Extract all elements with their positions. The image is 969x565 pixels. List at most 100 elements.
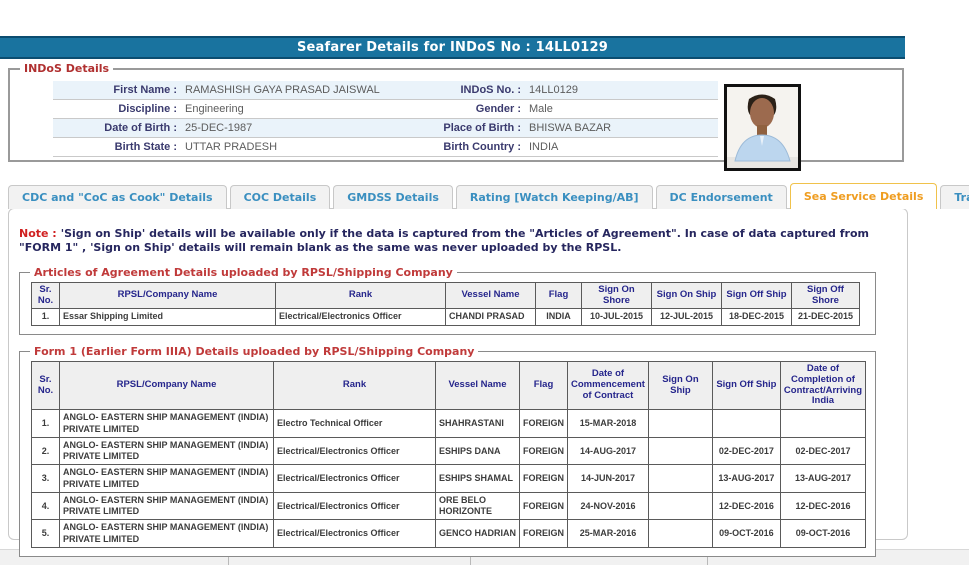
- articles-of-agreement-table: Sr. No.RPSL/Company NameRankVessel NameF…: [31, 282, 860, 326]
- tab-bar: CDC and "CoC as Cook" DetailsCOC Details…: [8, 185, 908, 209]
- column-header: Date of Commencement of Contract: [568, 361, 649, 410]
- column-header: Sign On Ship: [648, 361, 712, 410]
- table-cell: 3.: [32, 465, 60, 493]
- table-cell: [648, 520, 712, 548]
- table-cell: ANGLO- EASTERN SHIP MANAGEMENT (INDIA) P…: [60, 492, 274, 520]
- table-cell: 09-OCT-2016: [780, 520, 865, 548]
- table-cell: 12-DEC-2016: [780, 492, 865, 520]
- tab-gmdss-details[interactable]: GMDSS Details: [333, 185, 453, 209]
- form1-legend: Form 1 (Earlier Form IIIA) Details uploa…: [30, 345, 478, 358]
- tab-rating-watch-keeping-ab[interactable]: Rating [Watch Keeping/AB]: [456, 185, 653, 209]
- table-cell: 09-OCT-2016: [712, 520, 780, 548]
- table-cell: FOREIGN: [520, 520, 568, 548]
- indos-details-grid: First Name :RAMASHISH GAYA PRASAD JAISWA…: [53, 81, 718, 157]
- field-label: INDoS No. :: [413, 81, 525, 99]
- column-header: Sign Off Ship: [712, 361, 780, 410]
- table-cell: ANGLO- EASTERN SHIP MANAGEMENT (INDIA) P…: [60, 520, 274, 548]
- tab-dc-endorsement[interactable]: DC Endorsement: [656, 185, 787, 209]
- table-row: 3.ANGLO- EASTERN SHIP MANAGEMENT (INDIA)…: [32, 465, 866, 493]
- table-header-row: Sr. No.RPSL/Company NameRankVessel NameF…: [32, 361, 866, 410]
- seafarer-photo: [724, 84, 801, 171]
- table-cell: 1.: [32, 410, 60, 438]
- table-cell: 2.: [32, 437, 60, 465]
- column-header: Date of Completion of Contract/Arriving …: [780, 361, 865, 410]
- note-text: 'Sign on Ship' details will be available…: [19, 227, 869, 254]
- table-cell: [648, 410, 712, 438]
- table-cell: ANGLO- EASTERN SHIP MANAGEMENT (INDIA) P…: [60, 465, 274, 493]
- table-cell: 02-DEC-2017: [780, 437, 865, 465]
- indos-row: Discipline :EngineeringGender :Male: [53, 100, 718, 119]
- tab-coc-details[interactable]: COC Details: [230, 185, 331, 209]
- field-value: Engineering: [181, 100, 413, 118]
- indos-details-legend: INDoS Details: [20, 62, 113, 75]
- page-title: Seafarer Details for INDoS No : 14LL0129: [0, 36, 905, 59]
- column-header: Flag: [520, 361, 568, 410]
- articles-of-agreement-fieldset: Articles of Agreement Details uploaded b…: [19, 266, 876, 335]
- table-row: 4.ANGLO- EASTERN SHIP MANAGEMENT (INDIA)…: [32, 492, 866, 520]
- table-row: 2.ANGLO- EASTERN SHIP MANAGEMENT (INDIA)…: [32, 437, 866, 465]
- table-cell: 5.: [32, 520, 60, 548]
- table-cell: FOREIGN: [520, 437, 568, 465]
- table-cell: 21-DEC-2015: [792, 309, 860, 325]
- field-value: BHISWA BAZAR: [525, 119, 718, 137]
- table-cell: ANGLO- EASTERN SHIP MANAGEMENT (INDIA) P…: [60, 410, 274, 438]
- table-cell: 24-NOV-2016: [568, 492, 649, 520]
- indos-details-body: First Name :RAMASHISH GAYA PRASAD JAISWA…: [16, 79, 896, 171]
- field-value: RAMASHISH GAYA PRASAD JAISWAL: [181, 81, 413, 99]
- tab-content-panel: Note :'Sign on Ship' details will be ava…: [8, 208, 908, 540]
- field-value: UTTAR PRADESH: [181, 138, 413, 156]
- table-cell: 12-JUL-2015: [652, 309, 722, 325]
- column-header: Vessel Name: [446, 282, 536, 309]
- column-header: RPSL/Company Name: [60, 282, 276, 309]
- tab-sea-service-details[interactable]: Sea Service Details: [790, 183, 938, 209]
- indos-details-fieldset: INDoS Details First Name :RAMASHISH GAYA…: [8, 62, 904, 162]
- table-cell: 13-AUG-2017: [712, 465, 780, 493]
- column-header: RPSL/Company Name: [60, 361, 274, 410]
- field-label: Discipline :: [53, 100, 181, 118]
- table-cell: 18-DEC-2015: [722, 309, 792, 325]
- table-cell: [780, 410, 865, 438]
- form1-table: Sr. No.RPSL/Company NameRankVessel NameF…: [31, 361, 866, 548]
- table-cell: SHAHRASTANI: [436, 410, 520, 438]
- table-cell: ESHIPS DANA: [436, 437, 520, 465]
- table-cell: FOREIGN: [520, 492, 568, 520]
- tab-training-details[interactable]: Training Details: [940, 185, 969, 209]
- field-value: Male: [525, 100, 718, 118]
- table-cell: 12-DEC-2016: [712, 492, 780, 520]
- field-label: Gender :: [413, 100, 525, 118]
- table-cell: ORE BELO HORIZONTE: [436, 492, 520, 520]
- column-header: Rank: [276, 282, 446, 309]
- table-row: 1.Essar Shipping LimitedElectrical/Elect…: [32, 309, 860, 325]
- table-header-row: Sr. No.RPSL/Company NameRankVessel NameF…: [32, 282, 860, 309]
- indos-row: Date of Birth :25-DEC-1987Place of Birth…: [53, 119, 718, 138]
- table-cell: [712, 410, 780, 438]
- column-header: Sign On Ship: [652, 282, 722, 309]
- table-cell: [648, 465, 712, 493]
- indos-row: First Name :RAMASHISH GAYA PRASAD JAISWA…: [53, 81, 718, 100]
- table-cell: ESHIPS SHAMAL: [436, 465, 520, 493]
- table-cell: 13-AUG-2017: [780, 465, 865, 493]
- table-cell: Electrical/Electronics Officer: [274, 465, 436, 493]
- column-header: Rank: [274, 361, 436, 410]
- field-value: 25-DEC-1987: [181, 119, 413, 137]
- tab-cdc-and-coc-as-cook-details[interactable]: CDC and "CoC as Cook" Details: [8, 185, 227, 209]
- field-value: INDIA: [525, 138, 718, 156]
- note-prefix: Note :: [19, 227, 57, 240]
- table-cell: FOREIGN: [520, 410, 568, 438]
- table-cell: 14-JUN-2017: [568, 465, 649, 493]
- table-cell: [648, 437, 712, 465]
- table-cell: INDIA: [536, 309, 582, 325]
- field-label: Date of Birth :: [53, 119, 181, 137]
- table-cell: 1.: [32, 309, 60, 325]
- articles-of-agreement-legend: Articles of Agreement Details uploaded b…: [30, 266, 457, 279]
- column-header: Vessel Name: [436, 361, 520, 410]
- field-label: Birth Country :: [413, 138, 525, 156]
- table-cell: FOREIGN: [520, 465, 568, 493]
- table-cell: Electrical/Electronics Officer: [274, 492, 436, 520]
- table-cell: CHANDI PRASAD: [446, 309, 536, 325]
- table-cell: Electro Technical Officer: [274, 410, 436, 438]
- field-label: Birth State :: [53, 138, 181, 156]
- table-row: 1.ANGLO- EASTERN SHIP MANAGEMENT (INDIA)…: [32, 410, 866, 438]
- page: Seafarer Details for INDoS No : 14LL0129…: [0, 0, 969, 565]
- field-label: Place of Birth :: [413, 119, 525, 137]
